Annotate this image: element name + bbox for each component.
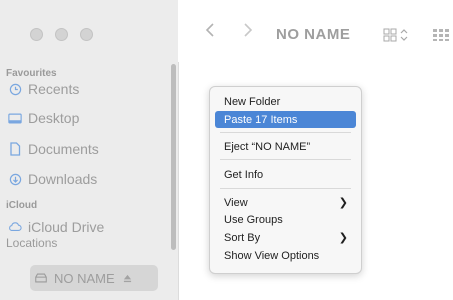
context-menu: New Folder Paste 17 Items Eject “NO NAME… (209, 86, 362, 274)
chevron-right-icon (244, 23, 253, 37)
close-window-button[interactable] (30, 28, 43, 41)
drive-icon (34, 271, 48, 285)
download-icon (8, 172, 22, 186)
menu-item-view[interactable]: View ❯ (215, 194, 356, 211)
locations-section-label: Locations (6, 236, 58, 250)
forward-button[interactable] (243, 22, 253, 43)
menu-item-eject[interactable]: Eject “NO NAME” (215, 138, 356, 155)
desktop-icon (8, 111, 22, 125)
menu-item-label: Sort By (224, 231, 261, 244)
sidebar-item-desktop[interactable]: Desktop (8, 107, 168, 129)
sidebar-item-icloud-drive[interactable]: iCloud Drive (8, 219, 168, 235)
chevron-left-icon (205, 23, 214, 37)
menu-item-label: View (224, 196, 248, 209)
zoom-window-button[interactable] (80, 28, 93, 41)
menu-item-get-info[interactable]: Get Info (215, 166, 356, 183)
grid-view-icon (383, 28, 408, 42)
menu-item-use-groups[interactable]: Use Groups (215, 211, 356, 228)
group-view-button[interactable] (432, 28, 452, 47)
sidebar-scrollbar[interactable] (171, 64, 176, 250)
window-controls (30, 28, 93, 41)
sidebar-item-downloads[interactable]: Downloads (8, 168, 168, 190)
menu-item-paste[interactable]: Paste 17 Items (215, 111, 356, 128)
menu-separator (220, 188, 351, 189)
document-icon (8, 142, 22, 156)
sidebar-item-label: iCloud Drive (28, 219, 105, 235)
menu-item-show-view-options[interactable]: Show View Options (215, 247, 356, 264)
minimize-window-button[interactable] (55, 28, 68, 41)
sidebar-item-documents[interactable]: Documents (8, 138, 168, 160)
sidebar-item-label: Documents (28, 141, 99, 157)
menu-item-label: Get Info (224, 168, 264, 181)
menu-item-label: Show View Options (224, 249, 320, 262)
menu-item-label: New Folder (224, 95, 281, 108)
chevron-right-icon: ❯ (338, 197, 348, 209)
sidebar-item-label: Recents (28, 81, 80, 97)
cloud-icon (8, 219, 22, 233)
sidebar-item-label: Desktop (28, 110, 80, 126)
window-title: NO NAME (276, 26, 351, 43)
list-grid-icon (433, 29, 449, 41)
back-button[interactable] (205, 22, 215, 43)
icon-view-button[interactable] (383, 28, 411, 47)
sidebar-item-label: Downloads (28, 171, 98, 187)
menu-separator (220, 159, 351, 160)
sidebar-item-no-name[interactable]: NO NAME (30, 265, 158, 291)
menu-item-label: Eject “NO NAME” (224, 140, 311, 153)
sidebar: Favourites Recents Desktop Documents Dow… (0, 0, 179, 300)
clock-icon (8, 82, 22, 96)
eject-icon[interactable] (121, 271, 135, 285)
menu-item-label: Paste 17 Items (224, 113, 298, 126)
icloud-section-label: iCloud (6, 200, 38, 211)
sidebar-item-recents[interactable]: Recents (8, 78, 168, 100)
menu-item-new-folder[interactable]: New Folder (215, 93, 356, 110)
menu-separator (220, 132, 351, 133)
menu-item-label: Use Groups (224, 213, 283, 226)
chevron-right-icon: ❯ (338, 232, 348, 244)
sidebar-item-label: NO NAME (54, 270, 115, 286)
menu-item-sort-by[interactable]: Sort By ❯ (215, 229, 356, 246)
